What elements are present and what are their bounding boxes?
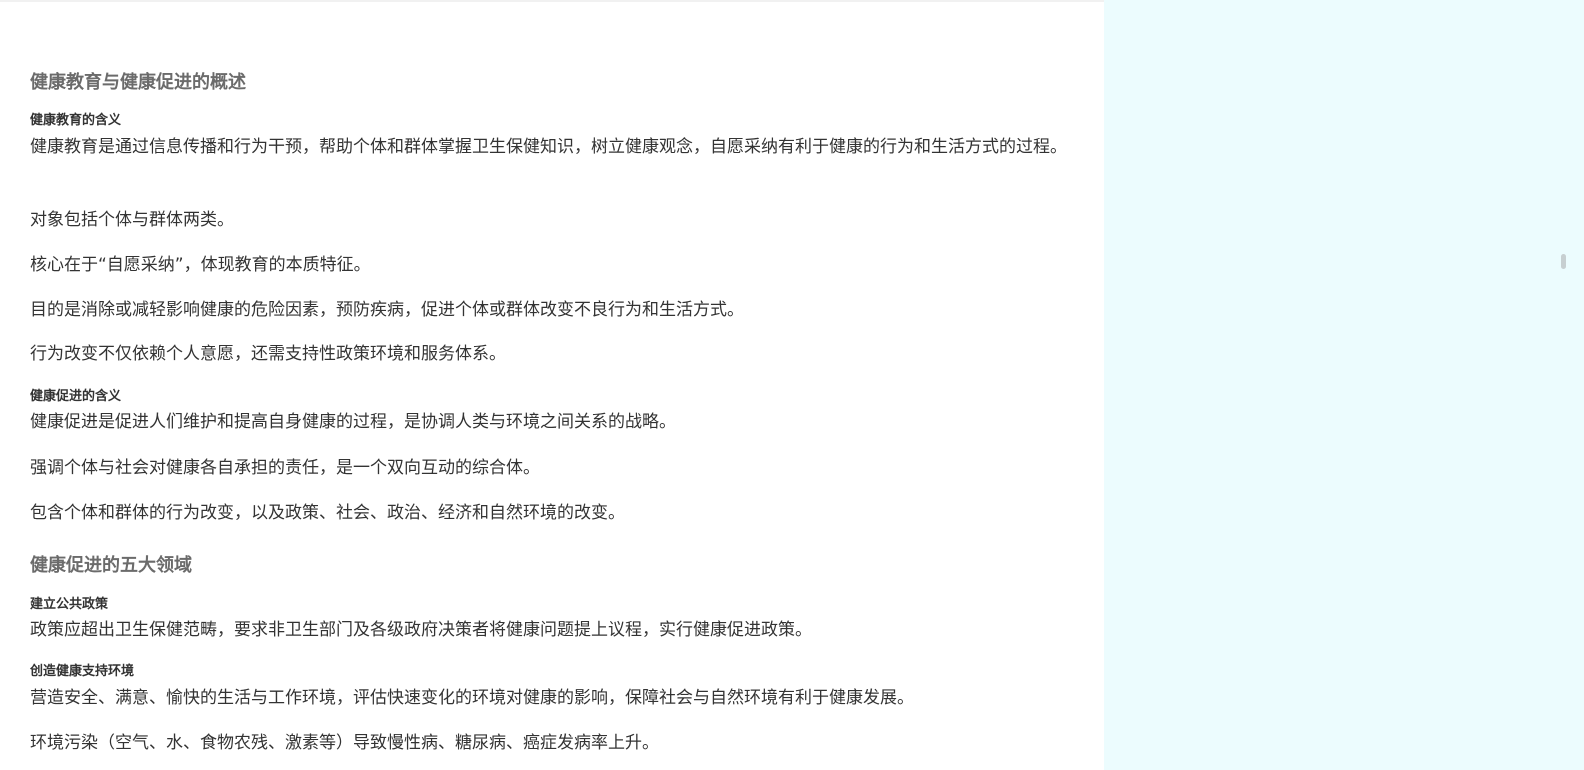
paragraph: 包含个体和群体的行为改变，以及政策、社会、政治、经济和自然环境的改变。 — [30, 503, 625, 523]
page: 健康教育与健康促进的概述 健康教育的含义 健康教育是通过信息传播和行为干预，帮助… — [0, 0, 1584, 770]
section-heading: 健康教育与健康促进的概述 — [30, 72, 246, 93]
section-heading: 健康促进的五大领域 — [30, 555, 192, 576]
paragraph: 政策应超出卫生保健范畴，要求非卫生部门及各级政府决策者将健康问题提上议程，实行健… — [30, 620, 812, 640]
paragraph: 环境污染（空气、水、食物农残、激素等）导致慢性病、糖尿病、癌症发病率上升。 — [30, 733, 659, 753]
subsection-title: 建立公共政策 — [30, 597, 109, 612]
scrollbar-handle[interactable] — [1561, 254, 1566, 269]
subsection-title: 健康促进的含义 — [30, 389, 122, 404]
subsection-title: 健康教育的含义 — [30, 113, 122, 128]
paragraph: 目的是消除或减轻影响健康的危险因素，预防疾病，促进个体或群体改变不良行为和生活方… — [30, 300, 744, 320]
document-content: 健康教育与健康促进的概述 健康教育的含义 健康教育是通过信息传播和行为干预，帮助… — [0, 0, 1104, 770]
paragraph: 对象包括个体与群体两类。 — [30, 210, 234, 230]
top-divider — [0, 0, 1104, 2]
paragraph: 健康教育是通过信息传播和行为干预，帮助个体和群体掌握卫生保健知识，树立健康观念，… — [30, 137, 1067, 157]
side-panel — [1104, 0, 1584, 770]
paragraph: 健康促进是促进人们维护和提高自身健康的过程，是协调人类与环境之间关系的战略。 — [30, 412, 676, 432]
subsection-title: 创造健康支持环境 — [30, 664, 135, 679]
paragraph: 核心在于“自愿采纳”，体现教育的本质特征。 — [30, 255, 371, 275]
paragraph: 行为改变不仅依赖个人意愿，还需支持性政策环境和服务体系。 — [30, 344, 506, 364]
paragraph: 强调个体与社会对健康各自承担的责任，是一个双向互动的综合体。 — [30, 458, 540, 478]
paragraph: 营造安全、满意、愉快的生活与工作环境，评估快速变化的环境对健康的影响，保障社会与… — [30, 688, 914, 708]
